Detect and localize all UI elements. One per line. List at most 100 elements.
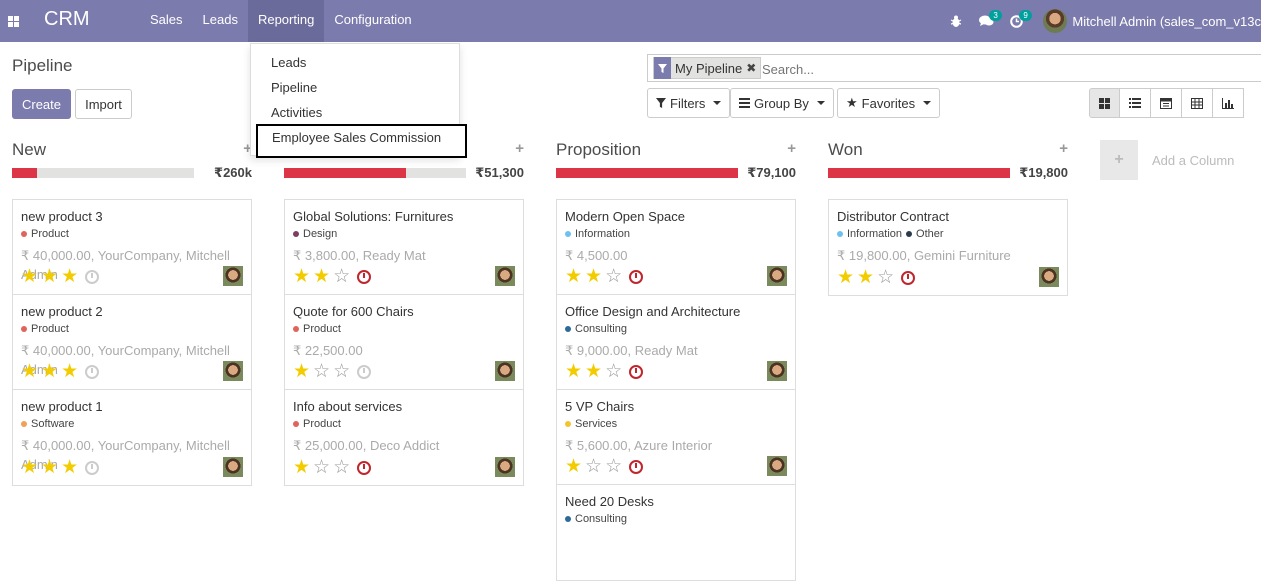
priority-star-icon[interactable]: ★ bbox=[21, 267, 38, 286]
card-tag: Product bbox=[293, 418, 341, 430]
activities-clock-icon[interactable]: 9 bbox=[1001, 0, 1032, 42]
reporting-menu-activities[interactable]: Activities bbox=[271, 105, 322, 120]
priority-star-icon[interactable]: ★ bbox=[565, 362, 582, 381]
priority-star-icon[interactable]: ★ bbox=[313, 267, 330, 286]
priority-star-icon[interactable]: ★ bbox=[293, 362, 310, 381]
card-tags: Product bbox=[21, 323, 243, 335]
kanban-card[interactable]: new product 2 Product ₹ 40,000.00, YourCom… bbox=[13, 295, 251, 390]
group-by-dropdown[interactable]: Group By bbox=[730, 88, 834, 118]
list-view-icon[interactable] bbox=[1120, 88, 1151, 118]
apps-menu-icon[interactable] bbox=[0, 0, 26, 42]
priority-star-icon[interactable]: ☆ bbox=[605, 362, 622, 381]
messages-icon[interactable]: 3 bbox=[971, 0, 1002, 42]
priority-star-icon[interactable]: ☆ bbox=[333, 458, 350, 477]
menu-sales[interactable]: Sales bbox=[140, 0, 193, 42]
add-column[interactable]: + Add a Column bbox=[1100, 140, 1234, 180]
priority-star-icon[interactable]: ★ bbox=[293, 458, 310, 477]
kanban-view-icon[interactable] bbox=[1089, 88, 1120, 118]
reporting-menu-leads[interactable]: Leads bbox=[271, 55, 306, 70]
activity-clock-icon[interactable] bbox=[629, 364, 644, 379]
column-progress-bar[interactable] bbox=[12, 168, 194, 178]
kanban-card[interactable]: new product 1 Software ₹ 40,000.00, YourCo… bbox=[13, 390, 251, 485]
priority-star-icon[interactable]: ★ bbox=[61, 458, 78, 477]
tag-color-dot bbox=[293, 421, 299, 427]
pivot-view-icon[interactable] bbox=[1182, 88, 1213, 118]
add-column-label[interactable]: Add a Column bbox=[1152, 153, 1234, 168]
kanban-card[interactable]: Quote for 600 Chairs Product ₹ 22,500.00 ★ ☆… bbox=[285, 295, 523, 390]
priority-star-icon[interactable]: ★ bbox=[585, 362, 602, 381]
quick-create-plus-icon[interactable]: + bbox=[515, 140, 524, 157]
filters-dropdown[interactable]: Filters bbox=[647, 88, 731, 118]
priority-star-icon[interactable]: ★ bbox=[41, 362, 58, 381]
activity-clock-icon[interactable] bbox=[629, 459, 644, 474]
kanban-card[interactable]: Global Solutions: Furnitures Design ₹ 3,80… bbox=[285, 200, 523, 295]
priority-star-icon[interactable]: ☆ bbox=[605, 267, 622, 286]
search-bar: My Pipeline ✖ bbox=[647, 54, 1261, 82]
debug-bug-icon[interactable] bbox=[941, 0, 971, 42]
remove-facet-icon[interactable]: ✖ bbox=[746, 61, 760, 75]
priority-star-icon[interactable]: ★ bbox=[293, 267, 310, 286]
priority-star-icon[interactable]: ☆ bbox=[585, 457, 602, 476]
activity-clock-icon[interactable] bbox=[629, 269, 644, 284]
reporting-menu-pipeline[interactable]: Pipeline bbox=[271, 80, 317, 95]
priority-star-icon[interactable]: ★ bbox=[21, 362, 38, 381]
quick-create-plus-icon[interactable]: + bbox=[787, 140, 796, 157]
priority-star-icon[interactable]: ☆ bbox=[877, 268, 894, 287]
kanban-card[interactable]: new product 3 Product ₹ 40,000.00, YourCom… bbox=[13, 200, 251, 295]
activity-clock-icon[interactable] bbox=[85, 460, 100, 475]
salesperson-avatar bbox=[767, 361, 787, 381]
priority-star-icon[interactable]: ★ bbox=[21, 458, 38, 477]
column-progress-bar[interactable] bbox=[284, 168, 466, 178]
menu-reporting[interactable]: Reporting bbox=[247, 0, 325, 42]
tag-label: Product bbox=[303, 418, 341, 430]
menu-configuration[interactable]: Configuration bbox=[324, 0, 421, 42]
activity-clock-icon[interactable] bbox=[357, 364, 372, 379]
card-tags: Design bbox=[293, 228, 515, 240]
activity-clock-icon[interactable] bbox=[85, 269, 100, 284]
card-tags: Information bbox=[565, 228, 787, 240]
main-menu: Sales Leads Reporting Configuration bbox=[140, 0, 422, 42]
create-button[interactable]: Create bbox=[12, 89, 71, 119]
priority-star-icon[interactable]: ★ bbox=[61, 362, 78, 381]
add-column-plus-icon[interactable]: + bbox=[1100, 140, 1138, 180]
tag-color-dot bbox=[565, 516, 571, 522]
priority-star-icon[interactable]: ★ bbox=[41, 267, 58, 286]
kanban-card[interactable]: Office Design and Architecture Consulting… bbox=[557, 295, 795, 390]
priority-star-icon[interactable]: ☆ bbox=[313, 458, 330, 477]
activity-clock-icon[interactable] bbox=[357, 460, 372, 475]
activity-clock-icon[interactable] bbox=[901, 270, 916, 285]
priority-star-icon[interactable]: ★ bbox=[565, 267, 582, 286]
favorites-dropdown[interactable]: ★ Favorites bbox=[837, 88, 941, 118]
app-brand[interactable]: CRM bbox=[44, 8, 90, 31]
user-menu[interactable]: Mitchell Admin (sales_com_v13c bbox=[1043, 9, 1261, 33]
priority-star-icon[interactable]: ★ bbox=[41, 458, 58, 477]
quick-create-plus-icon[interactable]: + bbox=[1059, 140, 1068, 157]
kanban-card[interactable]: Distributor Contract Information Other ₹ 19… bbox=[829, 200, 1067, 295]
priority-star-icon[interactable]: ★ bbox=[837, 268, 854, 287]
priority-star-icon[interactable]: ☆ bbox=[333, 362, 350, 381]
tag-color-dot bbox=[21, 326, 27, 332]
priority-star-icon[interactable]: ★ bbox=[565, 457, 582, 476]
activity-clock-icon[interactable] bbox=[357, 269, 372, 284]
priority-star-icon[interactable]: ☆ bbox=[333, 267, 350, 286]
column-progress-bar[interactable] bbox=[828, 168, 1010, 178]
card-footer: ★ ★ ★ bbox=[21, 458, 100, 477]
priority-star-icon[interactable]: ★ bbox=[61, 267, 78, 286]
kanban-card[interactable]: Need 20 Desks Consulting bbox=[557, 485, 795, 580]
column-progress-bar[interactable] bbox=[556, 168, 738, 178]
kanban-card[interactable]: Info about services Product ₹ 25,000.00, D… bbox=[285, 390, 523, 485]
priority-star-icon[interactable]: ☆ bbox=[605, 457, 622, 476]
reporting-menu-employee-sales-commission[interactable]: Employee Sales Commission bbox=[256, 124, 467, 158]
search-input[interactable] bbox=[762, 59, 1162, 79]
menu-leads[interactable]: Leads bbox=[193, 0, 248, 42]
import-button[interactable]: Import bbox=[75, 89, 132, 119]
activity-clock-icon[interactable] bbox=[85, 364, 100, 379]
kanban-card[interactable]: Modern Open Space Information ₹ 4,500.00 ★ ★… bbox=[557, 200, 795, 295]
priority-star-icon[interactable]: ★ bbox=[585, 267, 602, 286]
priority-star-icon[interactable]: ☆ bbox=[313, 362, 330, 381]
kanban-card[interactable]: 5 VP Chairs Services ₹ 5,600.00, Azure Int… bbox=[557, 390, 795, 485]
card-info: ₹ 3,800.00, Ready Mat bbox=[293, 248, 426, 263]
priority-star-icon[interactable]: ★ bbox=[857, 268, 874, 287]
graph-view-icon[interactable] bbox=[1213, 88, 1244, 118]
calendar-view-icon[interactable] bbox=[1151, 88, 1182, 118]
